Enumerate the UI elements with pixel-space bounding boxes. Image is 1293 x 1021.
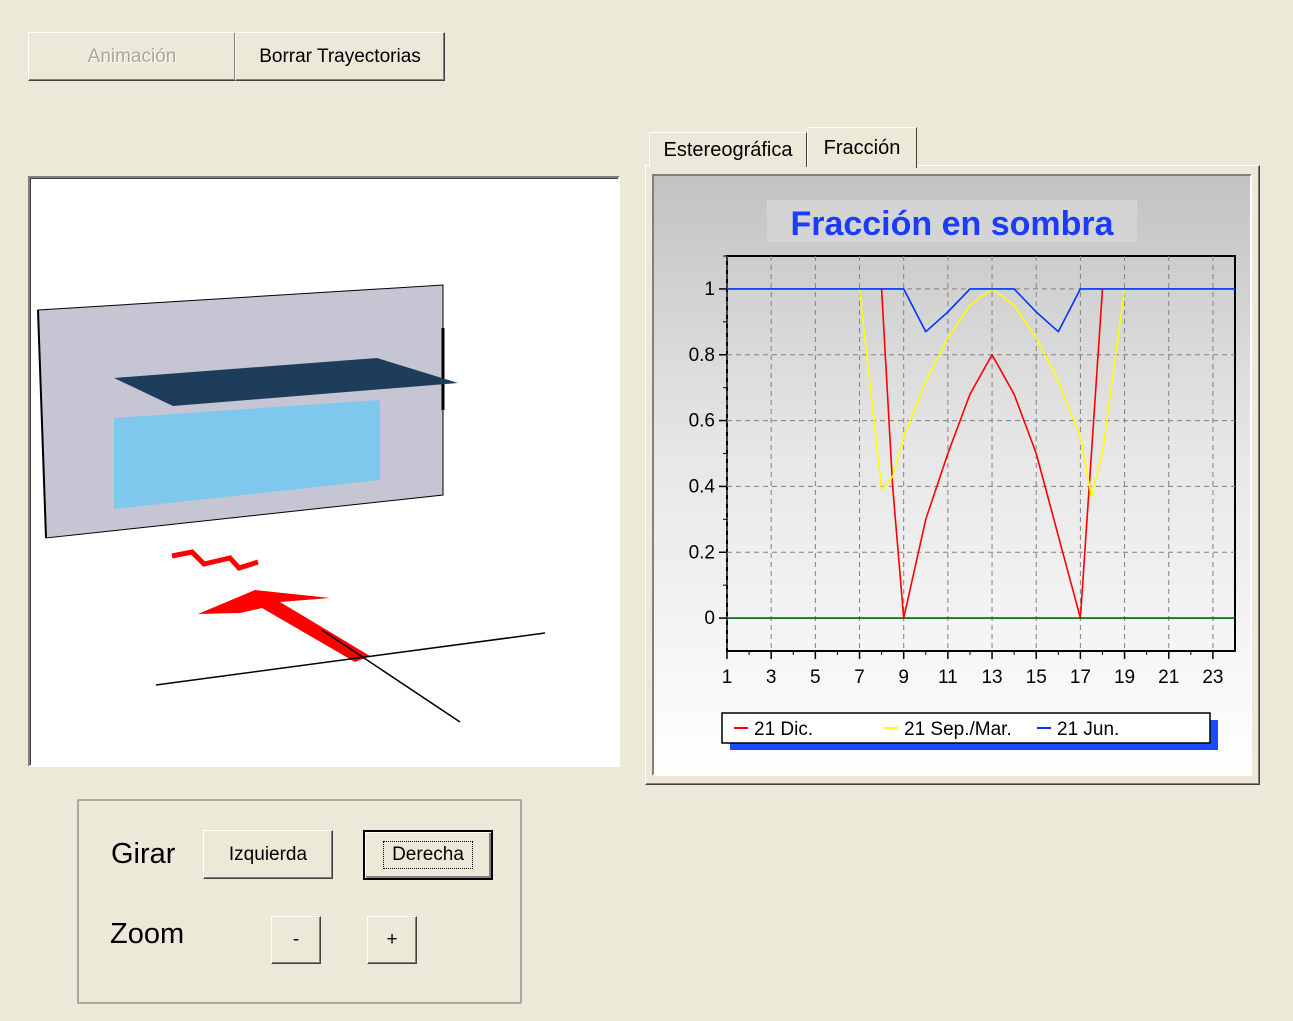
y-tick-label: 1: [704, 279, 715, 300]
3d-scene: [37, 284, 546, 723]
rotate-left-label: Izquierda: [228, 843, 308, 865]
plot-area: [726, 255, 1236, 652]
zoom-label: Zoom: [110, 918, 185, 950]
y-tick-label: 0: [704, 608, 715, 629]
x-tick-label: 7: [854, 667, 865, 688]
rotate-label: Girar: [111, 838, 176, 870]
axis-north-south: [321, 629, 461, 723]
x-tick-label: 15: [1026, 667, 1047, 688]
zoom-out-button[interactable]: -: [271, 916, 321, 964]
x-tick-label: 23: [1202, 667, 1223, 688]
zoom-in-button[interactable]: +: [367, 916, 417, 964]
zoom-out-label: -: [292, 929, 300, 950]
chart-area: Fracción en sombra 1 3 5 7 9 11 13 15 17 19 21 23 0 0.…: [652, 174, 1252, 776]
y-tick-label: 0.4: [689, 476, 716, 497]
tab-fraction-label: Fracción: [823, 136, 901, 159]
animation-button[interactable]: Animación: [28, 32, 236, 81]
series-line-jun: [727, 288, 1235, 333]
animation-button-label: Animación: [87, 45, 177, 67]
x-tick-label: 13: [981, 667, 1002, 688]
rotate-right-label: Derecha: [383, 841, 473, 869]
tab-stereographic-label: Estereográfica: [663, 138, 793, 161]
y-tick-label: 0.6: [689, 411, 715, 432]
north-letter-glyph: [171, 549, 259, 571]
clear-trajectories-label: Borrar Trayectorias: [259, 45, 421, 67]
legend-label-jun: 21 Jun.: [1057, 719, 1119, 740]
x-tick-label: 19: [1114, 667, 1135, 688]
x-tick-label: 5: [810, 667, 821, 688]
rotate-right-button[interactable]: Derecha: [363, 830, 493, 880]
x-tick-label: 17: [1070, 667, 1091, 688]
shade-fraction-chart: Fracción en sombra1 3 5 7 9 11 13 15 17 19 21 2300.…: [689, 200, 1236, 750]
axis-east-west: [155, 632, 546, 686]
x-tick-label: 21: [1158, 667, 1179, 688]
clear-trajectories-button[interactable]: Borrar Trayectorias: [235, 32, 445, 81]
x-tick-label: 9: [898, 667, 909, 688]
tab-fraction[interactable]: Fracción: [807, 127, 917, 168]
zoom-in-label: +: [386, 929, 398, 950]
north-arrow: [198, 590, 370, 662]
y-tick-label: 0.8: [689, 345, 715, 366]
y-tick-label: 0.2: [689, 542, 715, 563]
legend-label-dec: 21 Dic.: [754, 719, 813, 740]
3d-viewport[interactable]: [28, 176, 620, 767]
legend-label-sep: 21 Sep./Mar.: [904, 719, 1012, 740]
x-tick-label: 3: [766, 667, 777, 688]
x-tick-label: 1: [722, 667, 733, 688]
chart-title: Fracción en sombra: [790, 205, 1114, 243]
x-tick-label: 11: [938, 667, 958, 688]
tab-stereographic[interactable]: Estereográfica: [649, 132, 807, 167]
rotate-left-button[interactable]: Izquierda: [203, 830, 333, 879]
